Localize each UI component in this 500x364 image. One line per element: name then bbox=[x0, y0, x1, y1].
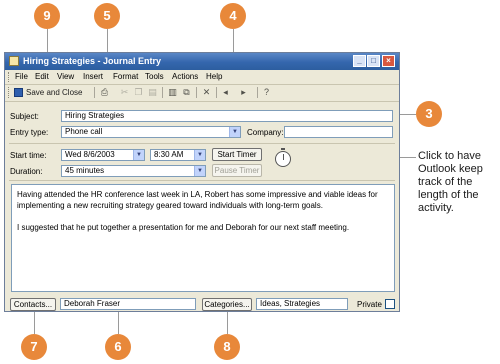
start-date-value: Wed 8/6/2003 bbox=[65, 150, 115, 159]
subject-field[interactable]: Hiring Strategies bbox=[61, 110, 393, 122]
save-and-close-button[interactable]: Save and Close bbox=[13, 86, 91, 99]
menu-bar: File Edit View Insert Format Tools Actio… bbox=[5, 70, 399, 85]
callout-6: 6 bbox=[105, 334, 131, 360]
toolbar-grip bbox=[8, 87, 11, 98]
entry-type-dropdown[interactable]: Phone call ▼ bbox=[61, 126, 241, 138]
floppy-disk-icon bbox=[14, 88, 23, 97]
previous-item-icon[interactable]: ◂ bbox=[220, 87, 231, 98]
company-field[interactable] bbox=[284, 126, 393, 138]
side-note: Click to have Outlook keep track of the … bbox=[418, 150, 483, 214]
duration-label: Duration: bbox=[10, 167, 43, 176]
start-clock-value: 8:30 AM bbox=[154, 150, 184, 159]
callout-5: 5 bbox=[94, 3, 120, 29]
categories-field[interactable]: Ideas, Strategies bbox=[256, 298, 348, 310]
toolbar-separator bbox=[196, 87, 197, 98]
categories-button[interactable]: Categories... bbox=[202, 298, 252, 311]
menu-edit[interactable]: Edit bbox=[35, 72, 49, 81]
menu-grip bbox=[8, 72, 11, 82]
chevron-down-icon[interactable]: ▼ bbox=[229, 127, 240, 137]
subject-label: Subject: bbox=[10, 112, 39, 121]
copy-icon[interactable]: ❐ bbox=[133, 87, 144, 98]
callout-3: 3 bbox=[416, 101, 442, 127]
notes-paragraph: I suggested that he put together a prese… bbox=[17, 223, 350, 232]
notes-body[interactable]: Having attended the HR conference last w… bbox=[11, 184, 395, 292]
print-icon[interactable]: ⎙ bbox=[99, 87, 110, 98]
next-item-icon[interactable]: ▸ bbox=[238, 87, 249, 98]
delete-icon[interactable]: ✕ bbox=[201, 87, 212, 98]
entry-type-value: Phone call bbox=[65, 127, 103, 136]
minimize-button[interactable]: _ bbox=[353, 55, 366, 67]
menu-actions[interactable]: Actions bbox=[172, 72, 198, 81]
menu-tools[interactable]: Tools bbox=[145, 72, 164, 81]
menu-file[interactable]: File bbox=[15, 72, 28, 81]
cut-icon[interactable]: ✂ bbox=[119, 87, 130, 98]
help-icon[interactable]: ? bbox=[261, 87, 272, 98]
window-title: Hiring Strategies - Journal Entry bbox=[23, 56, 162, 66]
format-icon[interactable]: ▥ bbox=[167, 87, 178, 98]
notes-paragraph: Having attended the HR conference last w… bbox=[17, 190, 378, 210]
stopwatch-icon bbox=[275, 148, 291, 167]
attach-icon[interactable]: ⧉ bbox=[181, 87, 192, 98]
menu-help[interactable]: Help bbox=[206, 72, 222, 81]
private-checkbox[interactable] bbox=[385, 299, 395, 309]
duration-value: 45 minutes bbox=[65, 166, 105, 175]
entry-type-label: Entry type: bbox=[10, 128, 49, 137]
toolbar-separator bbox=[216, 87, 217, 98]
contacts-field[interactable]: Deborah Fraser bbox=[60, 298, 196, 310]
journal-icon bbox=[9, 56, 19, 66]
chevron-down-icon[interactable]: ▼ bbox=[194, 166, 205, 176]
private-label: Private bbox=[357, 300, 382, 309]
callout-7: 7 bbox=[21, 334, 47, 360]
save-and-close-label: Save and Close bbox=[26, 88, 83, 97]
duration-dropdown[interactable]: 45 minutes ▼ bbox=[61, 165, 206, 177]
callout-9: 9 bbox=[34, 3, 60, 29]
form-divider bbox=[9, 180, 395, 181]
contacts-button[interactable]: Contacts... bbox=[10, 298, 56, 311]
start-timer-button[interactable]: Start Timer bbox=[212, 148, 262, 161]
title-bar: Hiring Strategies - Journal Entry _ □ × bbox=[5, 53, 399, 70]
toolbar-separator bbox=[257, 87, 258, 98]
close-button[interactable]: × bbox=[382, 55, 395, 67]
start-date-dropdown[interactable]: Wed 8/6/2003 ▼ bbox=[61, 149, 145, 161]
company-label: Company: bbox=[247, 128, 284, 137]
start-time-label: Start time: bbox=[10, 151, 47, 160]
menu-view[interactable]: View bbox=[57, 72, 74, 81]
menu-format[interactable]: Format bbox=[113, 72, 138, 81]
menu-insert[interactable]: Insert bbox=[83, 72, 103, 81]
maximize-button[interactable]: □ bbox=[367, 55, 380, 67]
toolbar-separator bbox=[94, 87, 95, 98]
toolbar: Save and Close ⎙ ✂ ❐ ▤ ▥ ⧉ ✕ ◂ ▸ ? bbox=[5, 84, 399, 102]
paste-icon[interactable]: ▤ bbox=[147, 87, 158, 98]
pause-timer-button[interactable]: Pause Timer bbox=[212, 164, 262, 177]
chevron-down-icon[interactable]: ▼ bbox=[194, 150, 205, 160]
form-divider bbox=[9, 143, 395, 144]
start-clock-dropdown[interactable]: 8:30 AM ▼ bbox=[150, 149, 206, 161]
callout-4: 4 bbox=[220, 3, 246, 29]
chevron-down-icon[interactable]: ▼ bbox=[133, 150, 144, 160]
toolbar-separator bbox=[162, 87, 163, 98]
callout-8: 8 bbox=[214, 334, 240, 360]
journal-entry-window: Hiring Strategies - Journal Entry _ □ × … bbox=[4, 52, 400, 312]
